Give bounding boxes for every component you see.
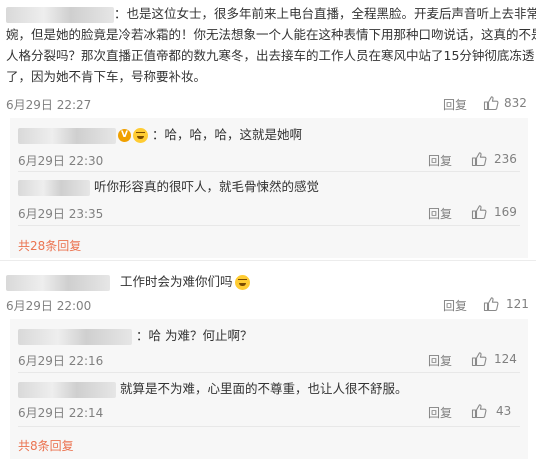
like-count: 43: [496, 404, 512, 418]
divider: [18, 171, 520, 172]
thumbs-up-icon[interactable]: [471, 204, 487, 220]
thumbs-up-icon[interactable]: [483, 95, 499, 111]
timestamp: 6月29日 22:27: [6, 98, 92, 112]
reply-button[interactable]: 回复: [428, 352, 452, 369]
like-count: 236: [494, 152, 517, 166]
reply-button[interactable]: 回复: [443, 297, 467, 314]
comment-line: 人格分裂吗？那次直播正值帝都的数九寒冬，出去接车的工作人员在寒风中站了15分钟彻…: [6, 48, 535, 63]
like-count: 121: [506, 297, 529, 311]
thumbs-up-icon[interactable]: [471, 351, 487, 367]
timestamp: 6月29日 22:00: [6, 299, 92, 313]
timestamp: 6月29日 23:35: [18, 207, 104, 221]
grinning-emoji-icon: [234, 275, 250, 290]
reply-line: ：哈 为难？何止啊？: [18, 327, 252, 345]
reply-line: 听你形容真的很吓人，就毛骨悚然的感觉: [18, 178, 319, 196]
username-blurred[interactable]: [6, 6, 114, 23]
reply-line: V ：哈，哈，哈，这就是她啊: [18, 126, 302, 144]
timestamp: 6月29日 22:16: [18, 354, 104, 368]
reply-line: 就算是不为难，心里面的不尊重，也让人很不舒服。: [18, 380, 408, 398]
comment-line: 工作时会为难你们吗: [6, 273, 250, 291]
comment-line: 婉，但是她的脸竟是冷若冰霜的！你无法想象一个人能在这种表情下用那种口吻说话，这真…: [6, 27, 536, 42]
thumbs-up-icon[interactable]: [471, 403, 487, 419]
like-count: 124: [494, 352, 517, 366]
username-blurred[interactable]: [18, 328, 132, 345]
divider: [18, 426, 520, 427]
reply-list: V ：哈，哈，哈，这就是她啊 6月29日 22:30 回复 236 听你形容真的很…: [10, 118, 528, 258]
timestamp: 6月29日 22:14: [18, 406, 104, 420]
reply-button[interactable]: 回复: [428, 205, 452, 222]
like-count: 832: [504, 96, 527, 110]
comment-divider: [0, 260, 536, 261]
divider: [18, 372, 520, 373]
comment-line: ：也是这位女士，很多年前来上电台直播，全程黑脸。开麦后声音听上去非常温: [6, 5, 536, 23]
vip-badge-icon: V: [118, 129, 131, 142]
username-blurred[interactable]: [6, 274, 110, 291]
reply-button[interactable]: 回复: [443, 96, 467, 113]
like-count: 169: [494, 205, 517, 219]
view-more-replies-link[interactable]: 共28条回复: [18, 237, 81, 254]
username-blurred[interactable]: [18, 381, 116, 398]
grinning-emoji-icon: [133, 128, 148, 143]
timestamp: 6月29日 22:30: [18, 154, 104, 168]
username-blurred[interactable]: [18, 179, 90, 196]
reply-list: ：哈 为难？何止啊？ 6月29日 22:16 回复 124 就算是不为难，心里面…: [10, 319, 528, 459]
comment-line: 了，因为她不肯下车，号称要补妆。: [6, 69, 207, 84]
username-blurred[interactable]: [18, 127, 116, 144]
reply-button[interactable]: 回复: [428, 152, 452, 169]
reply-button[interactable]: 回复: [428, 404, 452, 421]
thumbs-up-icon[interactable]: [471, 151, 487, 167]
thumbs-up-icon[interactable]: [483, 296, 499, 312]
view-more-replies-link[interactable]: 共8条回复: [18, 437, 74, 454]
divider: [18, 225, 520, 226]
